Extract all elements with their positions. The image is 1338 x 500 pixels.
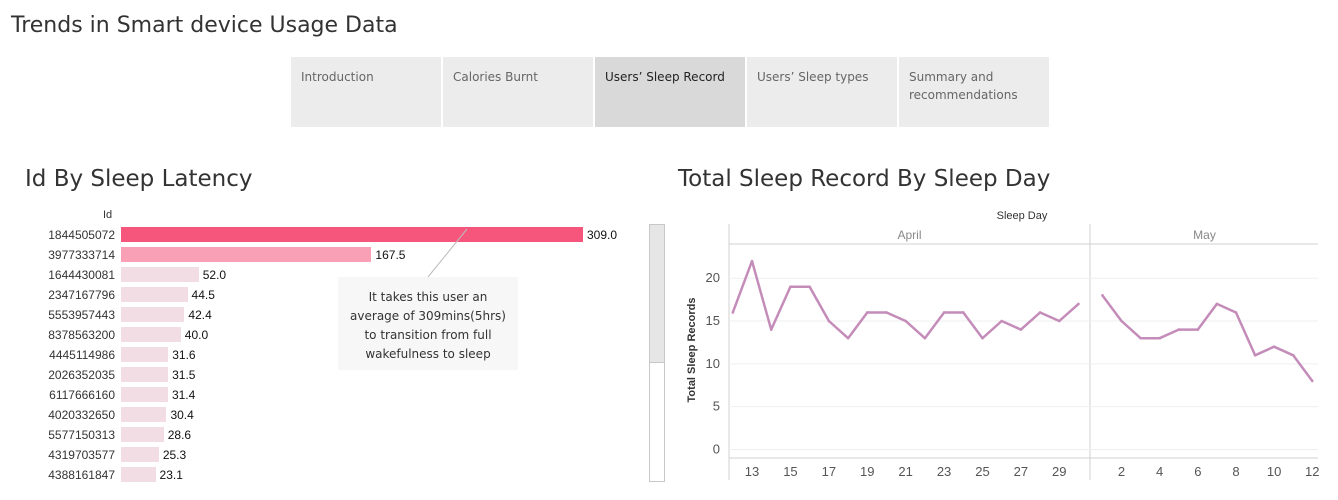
series-line-april [731,259,1080,340]
data-point [865,311,869,314]
data-point [885,311,888,314]
data-point [942,311,946,314]
x-tick-label: 12 [1305,464,1319,479]
data-point [1291,353,1295,357]
data-point [1272,345,1276,349]
data-point [1057,319,1061,323]
data-point [904,319,907,323]
x-tick-label: 2 [1118,464,1125,479]
y-tick-label: 0 [713,441,720,456]
x-tick-label: 6 [1194,464,1201,479]
x-tick-label: 27 [1014,464,1028,479]
data-point [1038,311,1042,314]
x-tick-label: 4 [1156,464,1163,479]
data-point [1234,311,1238,314]
data-point [923,336,927,340]
data-point [981,336,984,340]
y-axis-title: Total Sleep Records [686,298,698,403]
data-point [1077,302,1080,306]
x-tick-label: 19 [860,464,874,479]
panel-header-may: May [1193,228,1216,242]
x-axis-title: Sleep Day [997,210,1048,222]
data-point [789,285,792,289]
data-point [808,285,811,289]
series-line-may [1101,294,1314,382]
data-point [1019,328,1023,331]
data-point [1158,336,1161,340]
sleep-records-line-chart: Sleep Day Total Sleep Records 0 5 10 15 20 Apri… [686,210,1320,480]
x-tick-label: 17 [822,464,836,479]
x-tick-label: 29 [1052,464,1066,479]
data-point [1139,336,1142,340]
data-point [731,311,735,314]
data-point [846,336,850,340]
x-tick-label: 10 [1267,464,1281,479]
data-point [827,319,831,323]
data-point [769,328,773,331]
data-point [961,311,965,314]
x-tick-label: 13 [745,464,759,479]
data-point [750,259,754,263]
data-point [1101,294,1104,297]
data-point [1120,319,1123,323]
y-tick-label: 5 [713,399,720,414]
data-point [1310,379,1314,383]
panel-header-april: April [897,228,921,242]
y-tick-label: 10 [706,356,720,371]
data-point [1215,302,1219,306]
x-tick-label: 15 [783,464,797,479]
data-point [1196,328,1200,331]
x-tick-label: 8 [1232,464,1239,479]
x-tick-label: 25 [975,464,989,479]
y-tick-label: 15 [706,313,720,328]
data-point [1177,328,1181,331]
data-point [1253,353,1257,357]
x-tick-label: 23 [937,464,951,479]
y-tick-label: 20 [706,270,720,285]
data-point [1000,319,1003,323]
x-tick-label: 21 [898,464,912,479]
